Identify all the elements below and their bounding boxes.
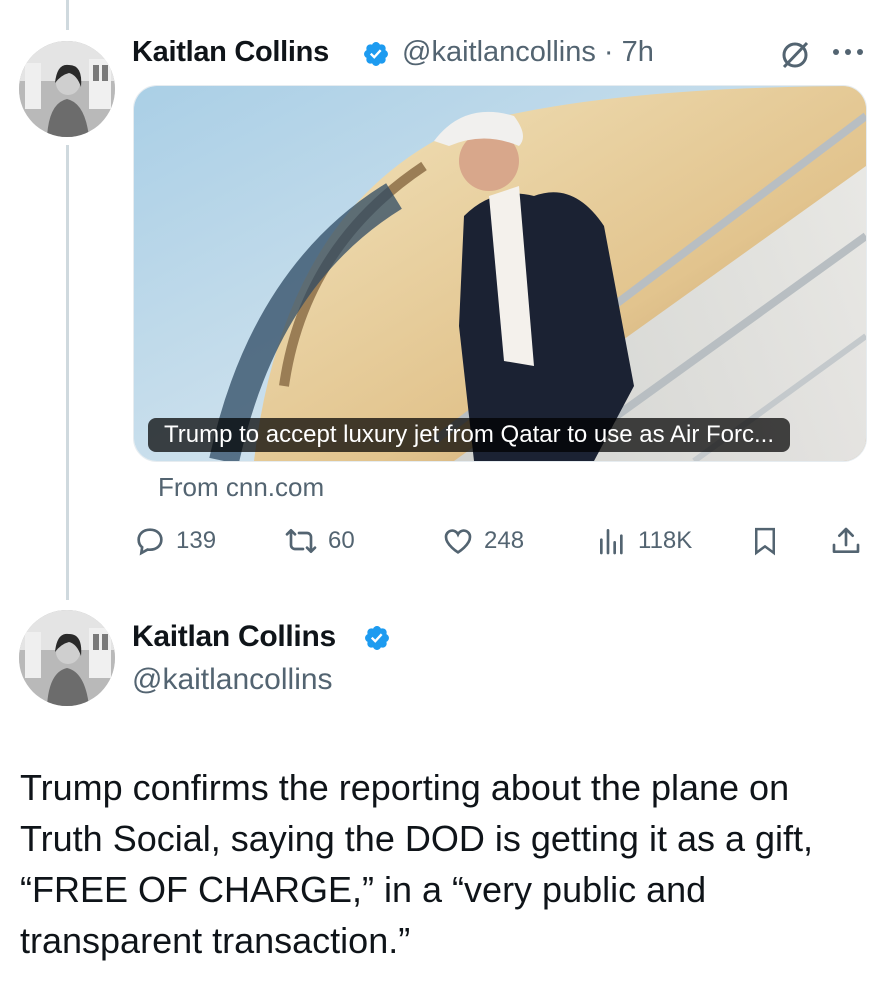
link-card[interactable]: Trump to accept luxury jet from Qatar to… (133, 85, 867, 462)
author-name[interactable]: Kaitlan Collins (132, 36, 329, 69)
more-icon[interactable] (832, 47, 864, 57)
tweet-text: Trump confirms the reporting about the p… (20, 767, 814, 961)
repost-count: 60 (328, 527, 355, 554)
handle-and-time[interactable]: @kaitlancollins · 7h (402, 36, 654, 69)
repost-button[interactable]: 60 (284, 524, 355, 558)
like-icon (444, 529, 472, 554)
views-button[interactable]: 118K (596, 524, 692, 558)
share-button[interactable] (830, 524, 872, 558)
avatar[interactable] (19, 610, 115, 706)
views-count: 118K (638, 527, 693, 554)
verified-badge-icon (365, 626, 389, 650)
card-image (134, 86, 866, 461)
verified-badge-icon (364, 42, 388, 66)
reply-icon (137, 528, 163, 556)
card-caption: Trump to accept luxury jet from Qatar to… (148, 418, 790, 452)
author-handle[interactable]: @kaitlancollins (132, 663, 333, 697)
card-source[interactable]: From cnn.com (158, 472, 324, 503)
share-icon (832, 527, 860, 553)
views-icon (600, 529, 623, 555)
grok-icon[interactable] (780, 40, 810, 70)
bookmark-icon (755, 527, 775, 556)
bookmark-button[interactable] (750, 524, 790, 558)
author-name[interactable]: Kaitlan Collins (132, 620, 336, 654)
thread-line (66, 145, 69, 600)
reply-count: 139 (176, 527, 217, 554)
repost-icon (285, 529, 317, 553)
like-button[interactable]: 248 (442, 524, 524, 558)
like-count: 248 (484, 527, 525, 554)
thread-line (66, 0, 69, 30)
reply-button[interactable]: 139 (134, 524, 216, 558)
avatar[interactable] (19, 41, 115, 137)
